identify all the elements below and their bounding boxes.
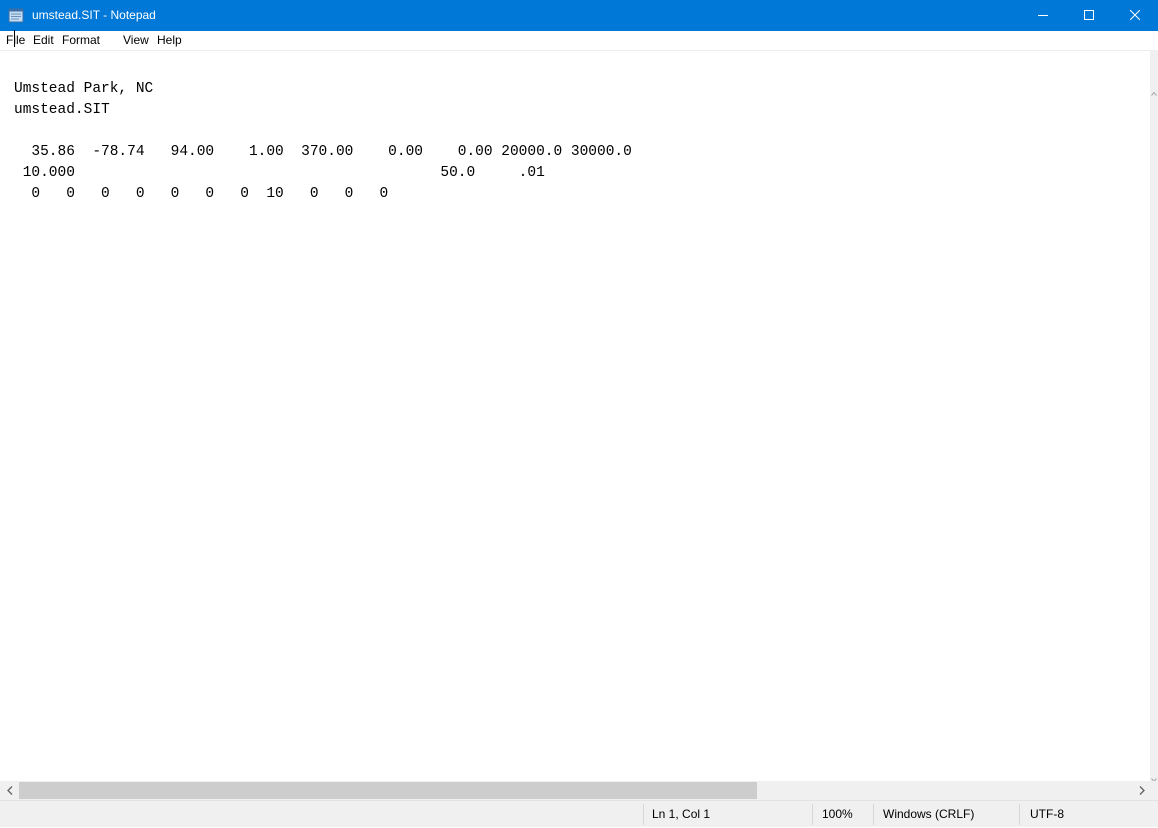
menu-view[interactable]: View	[123, 31, 149, 50]
editor-line: umstead.SIT	[14, 102, 110, 118]
menu-help[interactable]: Help	[157, 31, 182, 50]
status-divider	[643, 804, 644, 825]
status-divider	[873, 804, 874, 825]
editor-line: 0 0 0 0 0 0 0 10 0 0 0	[14, 186, 389, 202]
status-divider	[1019, 804, 1020, 825]
editor-line: Umstead Park, NC	[14, 81, 154, 97]
editor-content[interactable]: Umstead Park, NC umstead.SIT 35.86 -78.7…	[14, 79, 632, 205]
status-zoom: 100%	[822, 807, 853, 821]
title-bar[interactable]: umstead.SIT - Notepad	[0, 0, 1158, 31]
status-encoding: UTF-8	[1030, 807, 1064, 821]
editor-line: 10.000 50.0 .01	[14, 165, 545, 181]
notepad-window: umstead.SIT - Notepad File Edit Format V…	[0, 0, 1158, 827]
minimize-button[interactable]	[1020, 0, 1066, 31]
editor-line: 35.86 -78.74 94.00 1.00 370.00 0.00 0.00…	[14, 144, 632, 160]
menu-file[interactable]: File	[6, 31, 25, 50]
minimize-icon	[1038, 7, 1048, 25]
text-caret	[14, 30, 15, 47]
horizontal-scroll-thumb[interactable]	[19, 782, 757, 799]
window-title: umstead.SIT - Notepad	[32, 8, 156, 22]
maximize-button[interactable]	[1066, 0, 1112, 31]
status-cursor-position: Ln 1, Col 1	[652, 807, 711, 821]
status-line-ending: Windows (CRLF)	[883, 807, 975, 821]
menu-edit[interactable]: Edit	[33, 31, 54, 50]
scroll-down-icon[interactable]	[1151, 770, 1157, 783]
status-divider	[812, 804, 813, 825]
text-editor[interactable]: Umstead Park, NC umstead.SIT 35.86 -78.7…	[0, 50, 1150, 782]
maximize-icon	[1084, 7, 1094, 25]
scroll-left-icon[interactable]	[4, 784, 16, 797]
notepad-icon	[8, 8, 24, 23]
close-button[interactable]	[1112, 0, 1158, 31]
menu-bar: File Edit Format View Help	[0, 31, 1158, 50]
scroll-up-icon[interactable]	[1151, 84, 1157, 96]
status-bar: Ln 1, Col 1 100% Windows (CRLF) UTF-8	[0, 800, 1158, 827]
menu-format[interactable]: Format	[62, 31, 100, 50]
vertical-scrollbar[interactable]	[1150, 50, 1158, 781]
scroll-right-icon[interactable]	[1136, 784, 1148, 797]
close-icon	[1129, 7, 1141, 25]
